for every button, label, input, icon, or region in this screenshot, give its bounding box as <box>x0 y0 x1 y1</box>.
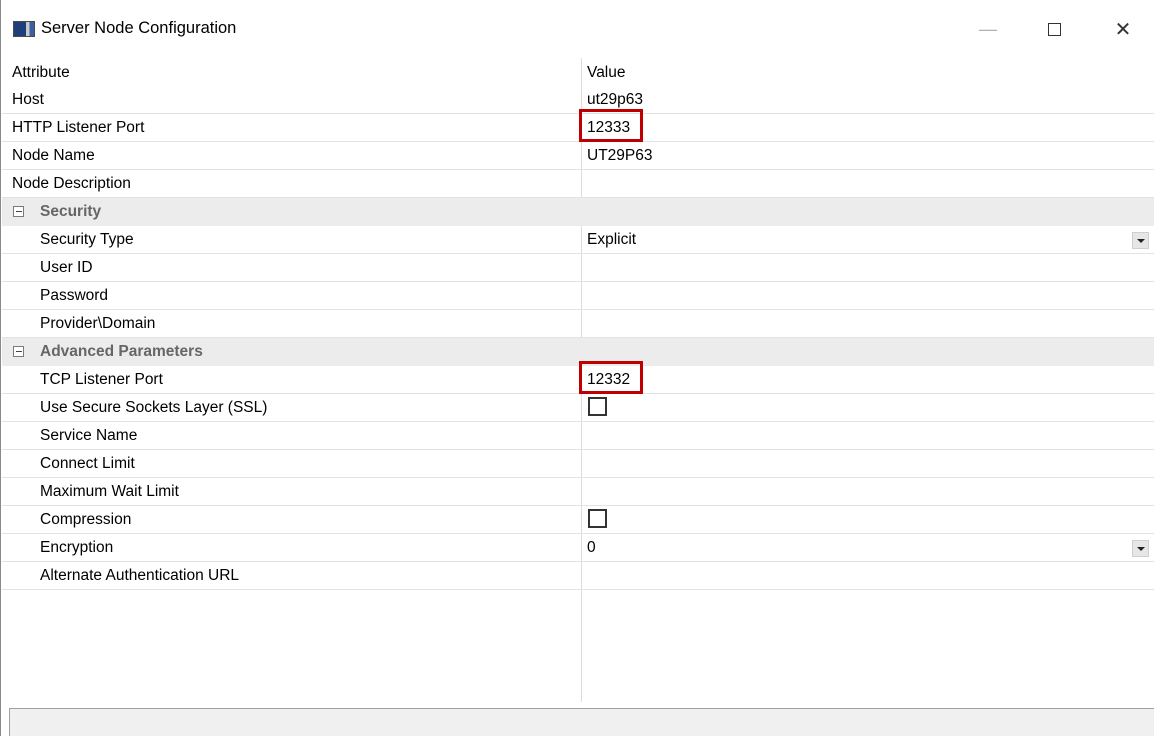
node-name-value[interactable]: UT29P63 <box>587 142 652 169</box>
maximize-icon <box>1047 22 1061 36</box>
property-name: Node Description <box>12 175 131 192</box>
property-name: Host <box>12 91 44 108</box>
property-row-password[interactable]: Password <box>2 282 1154 310</box>
close-button[interactable]: ✕ <box>1100 0 1146 58</box>
grid-header-row: Attribute Value <box>2 58 1154 86</box>
property-row-alternate-authentication-url[interactable]: Alternate Authentication URL <box>2 562 1154 590</box>
property-name: Alternate Authentication URL <box>40 567 240 584</box>
encryption-value[interactable]: 0 <box>587 534 596 561</box>
property-name: Connect Limit <box>40 455 135 472</box>
description-panel <box>9 708 1154 736</box>
property-grid: Attribute Value Host ut29p63 HTTP Listen… <box>2 58 1154 702</box>
property-name: Use Secure Sockets Layer (SSL) <box>40 399 268 416</box>
title-bar[interactable]: Server Node Configuration — ✕ <box>1 0 1154 58</box>
category-label: Security <box>40 203 102 220</box>
property-row-provider-domain[interactable]: Provider\Domain <box>2 310 1154 338</box>
app-window-icon <box>13 21 35 37</box>
collapse-minus-icon[interactable] <box>13 206 24 217</box>
category-advanced-parameters[interactable]: Advanced Parameters <box>2 338 1154 366</box>
ssl-checkbox[interactable] <box>588 397 607 416</box>
compression-checkbox[interactable] <box>588 509 607 528</box>
property-row-service-name[interactable]: Service Name <box>2 422 1154 450</box>
close-icon: ✕ <box>1114 18 1132 41</box>
dropdown-arrow-icon[interactable] <box>1132 540 1149 557</box>
property-row-user-id[interactable]: User ID <box>2 254 1154 282</box>
property-row-maximum-wait-limit[interactable]: Maximum Wait Limit <box>2 478 1154 506</box>
property-name: Provider\Domain <box>40 315 156 332</box>
property-name: Maximum Wait Limit <box>40 483 179 500</box>
property-row-node-name[interactable]: Node Name UT29P63 <box>2 142 1154 170</box>
category-label: Advanced Parameters <box>40 343 203 360</box>
security-type-value[interactable]: Explicit <box>587 226 636 253</box>
highlight-box <box>579 361 643 394</box>
category-security[interactable]: Security <box>2 198 1154 226</box>
property-row-encryption[interactable]: Encryption 0 <box>2 534 1154 562</box>
property-row-node-description[interactable]: Node Description <box>2 170 1154 198</box>
property-row-use-ssl[interactable]: Use Secure Sockets Layer (SSL) <box>2 394 1154 422</box>
property-name: TCP Listener Port <box>40 371 163 388</box>
maximize-button[interactable] <box>1031 0 1077 58</box>
value-column-header: Value <box>587 64 626 81</box>
property-name: HTTP Listener Port <box>12 119 145 136</box>
window-title: Server Node Configuration <box>41 19 237 37</box>
property-row-compression[interactable]: Compression <box>2 506 1154 534</box>
dropdown-arrow-icon[interactable] <box>1132 232 1149 249</box>
server-node-configuration-window: Server Node Configuration — ✕ Attribute … <box>0 0 1154 736</box>
minimize-button[interactable]: — <box>965 0 1011 58</box>
highlight-box <box>579 109 643 142</box>
minimize-icon: — <box>979 18 997 39</box>
property-name: Encryption <box>40 539 114 556</box>
property-row-http-listener-port[interactable]: HTTP Listener Port 12333 <box>2 109 1154 142</box>
property-row-connect-limit[interactable]: Connect Limit <box>2 450 1154 478</box>
property-name: Password <box>40 287 109 304</box>
property-row-tcp-listener-port[interactable]: TCP Listener Port 12332 <box>2 361 1154 394</box>
collapse-minus-icon[interactable] <box>13 346 24 357</box>
property-name: User ID <box>40 259 93 276</box>
property-name: Compression <box>40 511 132 528</box>
property-name: Security Type <box>40 231 134 248</box>
property-row-security-type[interactable]: Security Type Explicit <box>2 226 1154 254</box>
property-name: Service Name <box>40 427 138 444</box>
attribute-column-header: Attribute <box>12 64 70 81</box>
property-name: Node Name <box>12 147 95 164</box>
property-row-host[interactable]: Host ut29p63 <box>2 86 1154 114</box>
